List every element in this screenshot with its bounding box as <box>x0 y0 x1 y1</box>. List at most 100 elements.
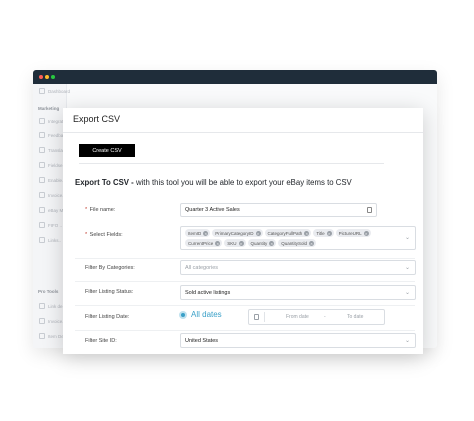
minimize-window-icon[interactable] <box>45 75 49 79</box>
filter-site-select[interactable]: United States ⌄ <box>180 333 416 348</box>
chip-label: CategoryFullPath <box>267 230 303 236</box>
maximize-window-icon[interactable] <box>51 75 55 79</box>
window-titlebar <box>33 70 437 84</box>
create-csv-button[interactable]: Create CSV <box>79 144 135 157</box>
chip-label: SKU <box>227 240 237 246</box>
date-range-separator: - <box>324 314 326 320</box>
file-name-label-text: File name: <box>89 207 116 213</box>
sidebar-item-label: Links.. <box>48 237 62 243</box>
filter-listing-date-label: Filter Listing Date: <box>85 314 130 320</box>
date-range-picker[interactable]: From date - To date <box>248 309 385 325</box>
chip-label: Quantity <box>250 240 268 246</box>
required-asterisk: * <box>85 207 88 213</box>
remove-chip-icon[interactable]: × <box>203 230 209 236</box>
sidebar-item[interactable]: Enable.. <box>39 176 65 184</box>
field-chip: QuantitySold × <box>278 239 317 247</box>
sidebar-item[interactable]: Transla.. <box>39 146 65 154</box>
chevron-down-icon: ⌄ <box>404 338 410 344</box>
sidebar-item[interactable]: Fieldse.. <box>39 161 65 169</box>
field-chip: PrimaryCategoryID × <box>212 229 263 237</box>
from-date-input[interactable]: From date <box>286 314 309 320</box>
chip-label: PrimaryCategoryID <box>215 230 254 236</box>
sidebar: Dashboard Marketing Integrat.. Feedba.. … <box>33 84 70 348</box>
sidebar-item[interactable]: FIFO .. <box>39 221 62 229</box>
sidebar-item-dashboard[interactable]: Dashboard <box>39 87 70 95</box>
chip-label: PictureURL <box>338 230 362 236</box>
filter-categories-select[interactable]: All categories ⌄ <box>180 260 416 275</box>
menu-item-icon <box>39 303 45 309</box>
filter-site-value: United States <box>185 337 219 344</box>
field-chip: SKU × <box>224 239 246 247</box>
select-fields-multiselect[interactable]: ItemID × PrimaryCategoryID × CategoryFullP… <box>180 226 416 250</box>
close-window-icon[interactable] <box>39 75 43 79</box>
menu-item-icon <box>39 207 45 213</box>
field-chip: ItemID × <box>185 229 211 237</box>
sidebar-item[interactable]: Integrat.. <box>39 117 66 125</box>
divider <box>63 132 423 133</box>
chip-label: QuantitySold <box>281 240 308 246</box>
menu-item-icon <box>39 147 45 153</box>
menu-item-icon <box>39 162 45 168</box>
required-asterisk: * <box>85 232 88 238</box>
remove-chip-icon[interactable]: × <box>255 230 261 236</box>
divider <box>264 312 265 322</box>
chevron-down-icon: ⌄ <box>404 265 410 271</box>
sidebar-item[interactable]: Feedba.. <box>39 131 66 139</box>
field-chip: CurrentPrice × <box>185 239 223 247</box>
dashboard-icon <box>39 88 45 94</box>
trash-icon[interactable] <box>367 207 372 213</box>
field-chip: PictureURL × <box>335 229 371 237</box>
file-name-label: * File name: <box>85 207 115 213</box>
heading-bold: Export To CSV - <box>75 178 134 187</box>
chip-row: CurrentPrice × SKU × Quantity × QuantitySol… <box>185 239 318 247</box>
chevron-down-icon: ⌄ <box>404 290 410 296</box>
all-dates-radio[interactable] <box>179 311 187 319</box>
menu-item-icon <box>39 237 45 243</box>
sidebar-item-label: FIFO .. <box>48 222 62 228</box>
remove-chip-icon[interactable]: × <box>363 230 369 236</box>
menu-item-icon <box>39 192 45 198</box>
menu-item-icon <box>39 222 45 228</box>
menu-item-icon <box>39 118 45 124</box>
divider <box>75 258 415 259</box>
to-date-input[interactable]: To date <box>347 314 363 320</box>
sidebar-item[interactable]: Invoice.. <box>39 191 65 199</box>
select-fields-label-text: Select Fields: <box>89 232 123 238</box>
remove-chip-icon[interactable]: × <box>238 240 244 246</box>
sidebar-section-heading: Pro Tools <box>38 289 59 294</box>
divider <box>75 281 415 282</box>
remove-chip-icon[interactable]: × <box>269 240 275 246</box>
menu-item-icon <box>39 318 45 324</box>
filter-listing-status-label: Filter Listing Status: <box>85 289 134 295</box>
chip-row: ItemID × PrimaryCategoryID × CategoryFullP… <box>185 229 373 237</box>
filter-categories-label: Filter By Categories: <box>85 265 135 271</box>
calendar-icon <box>254 314 259 320</box>
field-chip: CategoryFullPath × <box>264 229 312 237</box>
section-heading: Export To CSV - with this tool you will … <box>75 178 352 187</box>
divider <box>75 305 415 306</box>
remove-chip-icon[interactable]: × <box>309 240 315 246</box>
chip-label: ItemID <box>188 230 202 236</box>
remove-chip-icon[interactable]: × <box>304 230 310 236</box>
divider <box>79 163 384 164</box>
filter-site-label: Filter Site ID: <box>85 338 117 344</box>
remove-chip-icon[interactable]: × <box>215 240 221 246</box>
chip-label: Title <box>316 230 325 236</box>
field-chip: Title × <box>313 229 334 237</box>
chevron-down-icon[interactable]: ⌄ <box>405 234 410 241</box>
filter-listing-status-select[interactable]: Sold active listings ⌄ <box>180 285 416 300</box>
field-chip: Quantity × <box>247 239 277 247</box>
remove-chip-icon[interactable]: × <box>326 230 332 236</box>
menu-item-icon <box>39 333 45 339</box>
file-name-input[interactable]: Quarter 3 Active Sales <box>180 203 377 217</box>
all-dates-label[interactable]: All dates <box>191 310 222 319</box>
sidebar-item[interactable]: Invoice.. <box>39 317 65 325</box>
sidebar-item[interactable]: Link de.. <box>39 302 65 310</box>
select-fields-label: * Select Fields: <box>85 232 123 238</box>
sidebar-section-heading: Marketing <box>38 106 60 111</box>
menu-item-icon <box>39 177 45 183</box>
filter-listing-status-value: Sold active listings <box>185 289 231 296</box>
sidebar-item[interactable]: Links.. <box>39 236 61 244</box>
modal-title: Export CSV <box>73 114 121 124</box>
sidebar-item-label: Dashboard <box>48 88 71 94</box>
